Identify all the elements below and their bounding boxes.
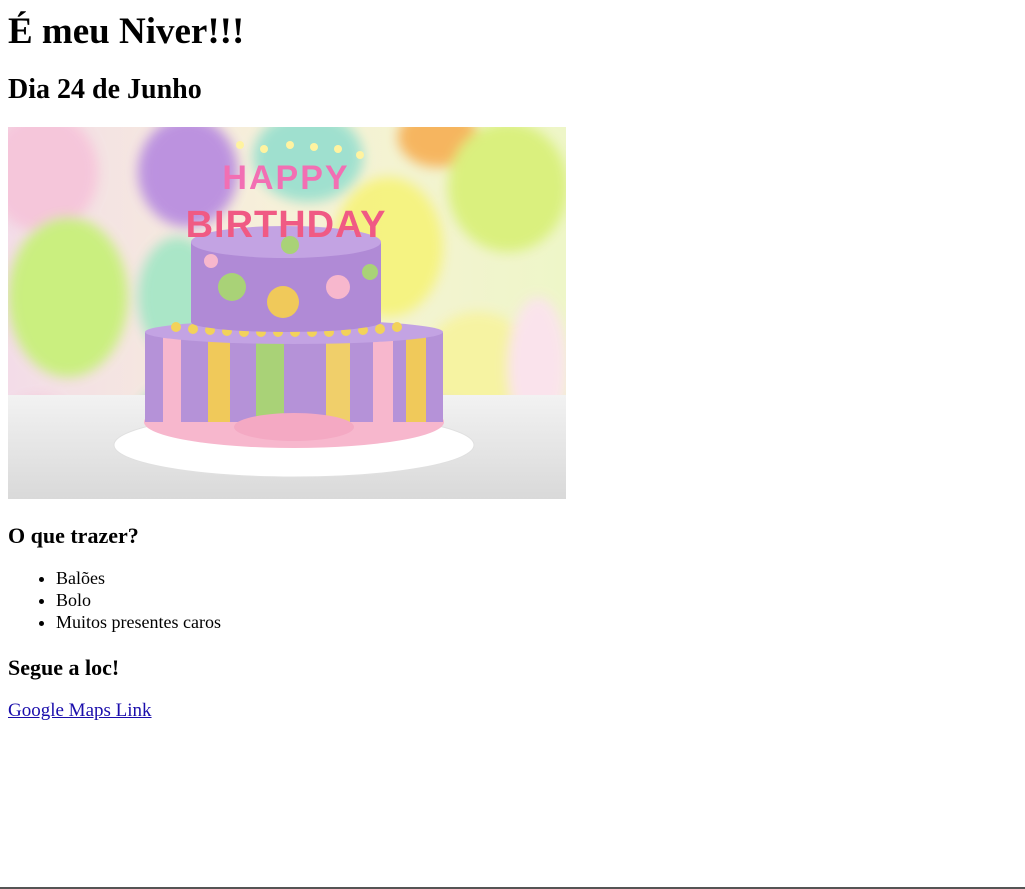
list-item: Muitos presentes caros xyxy=(56,611,1017,633)
page-content: É meu Niver!!! Dia 24 de Junho HAPPY BIR… xyxy=(0,10,1025,723)
list-item: Bolo xyxy=(56,589,1017,611)
location-heading: Segue a loc! xyxy=(8,655,120,680)
what-to-bring-heading: O que trazer? xyxy=(8,523,139,548)
google-maps-link[interactable]: Google Maps Link xyxy=(8,700,152,721)
what-to-bring-list: Balões Bolo Muitos presentes caros xyxy=(8,567,1017,633)
birthday-cake-image: HAPPY BIRTHDAY xyxy=(8,127,566,499)
location-link-row: Google Maps Link xyxy=(8,699,1017,723)
page-title: É meu Niver!!! xyxy=(8,11,245,52)
date-heading: Dia 24 de Junho xyxy=(8,74,202,105)
candles-label-top: HAPPY xyxy=(222,159,349,197)
list-item: Balões xyxy=(56,567,1017,589)
candles-label-bottom: BIRTHDAY xyxy=(186,204,387,246)
